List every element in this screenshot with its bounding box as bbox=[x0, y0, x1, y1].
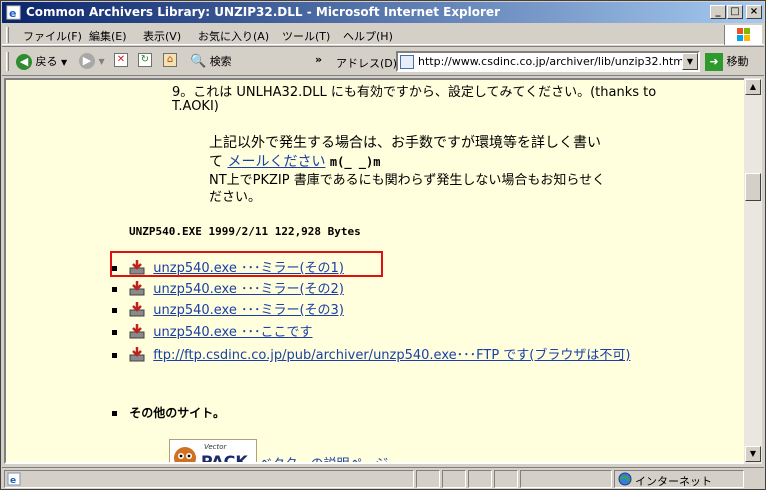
forward-button[interactable]: ▶ ▼ bbox=[79, 53, 105, 71]
ie-page-icon: e bbox=[6, 5, 21, 20]
svg-text:e: e bbox=[9, 7, 16, 20]
status-pane-2 bbox=[416, 470, 440, 488]
vertical-scrollbar[interactable]: ▲ ▼ bbox=[744, 78, 762, 464]
bullet bbox=[112, 411, 117, 416]
intro-text-line1: 9。これは UNLHA32.DLL にも有効ですから、設定してみてください。(t… bbox=[172, 85, 657, 100]
address-field[interactable]: http://www.csdinc.co.jp/archiver/lib/unz… bbox=[396, 51, 700, 72]
back-label: 戻る bbox=[35, 55, 58, 68]
vector-logo-top-text: Vector bbox=[204, 443, 228, 451]
page-content: 9。これは UNLHA32.DLL にも有効ですから、設定してみてください。(t… bbox=[6, 80, 744, 464]
back-dropdown-icon[interactable]: ▼ bbox=[61, 58, 67, 67]
download-link-mirror-3[interactable]: unzp540.exe ･･･ミラー(その3) bbox=[153, 303, 344, 318]
download-item: unzp540.exe ･･･ミラー(その1) bbox=[112, 257, 344, 276]
home-button[interactable]: ⌂ bbox=[163, 53, 177, 71]
menu-tools[interactable]: ツール(T) bbox=[282, 28, 330, 44]
download-item: unzp540.exe ･･･ミラー(その2) bbox=[112, 278, 344, 297]
title-bar[interactable]: e Common Archivers Library: UNZIP32.DLL … bbox=[2, 2, 764, 23]
download-icon bbox=[129, 281, 145, 296]
scroll-thumb[interactable] bbox=[745, 173, 761, 201]
download-icon bbox=[129, 347, 145, 362]
download-icon bbox=[129, 302, 145, 317]
menu-bar: ファイル(F) 編集(E) 表示(V) お気に入り(A) ツール(T) ヘルプ(… bbox=[2, 24, 764, 45]
download-item: ftp://ftp.csdinc.co.jp/pub/archiver/unzp… bbox=[112, 344, 630, 363]
page-icon bbox=[400, 55, 414, 69]
search-button[interactable]: 🔍 検索 bbox=[190, 53, 232, 71]
download-item: unzp540.exe ･･･ここです bbox=[112, 321, 312, 340]
notice-text-line2: て メールください m(_ _)m bbox=[209, 151, 380, 171]
status-bar: e インターネット bbox=[2, 467, 764, 489]
menubar-grip[interactable] bbox=[6, 27, 9, 43]
home-icon: ⌂ bbox=[163, 53, 177, 67]
toolbar: ◀ 戻る ▼ ▶ ▼ ✕ ↻ ⌂ 🔍 検索 » アドレス(D) http://w… bbox=[2, 46, 764, 76]
search-icon: 🔍 bbox=[190, 54, 207, 69]
status-pane-3 bbox=[442, 470, 466, 488]
bullet bbox=[112, 287, 117, 292]
windows-logo-icon bbox=[724, 25, 762, 45]
other-sites-heading: その他のサイト。 bbox=[129, 406, 225, 420]
maximize-button[interactable]: □ bbox=[727, 5, 743, 19]
status-zone-pane[interactable]: インターネット bbox=[614, 470, 744, 488]
mail-link[interactable]: メールください bbox=[227, 154, 325, 170]
menu-favorites[interactable]: お気に入り(A) bbox=[198, 28, 269, 44]
file-info: UNZP540.EXE 1999/2/11 122,928 Bytes bbox=[129, 225, 361, 238]
status-zone-text: インターネット bbox=[635, 475, 712, 488]
bullet bbox=[112, 266, 117, 271]
search-label: 検索 bbox=[209, 55, 232, 68]
svg-text:e: e bbox=[10, 476, 16, 486]
menu-view[interactable]: 表示(V) bbox=[143, 28, 181, 44]
toolbar-chevron[interactable]: » bbox=[315, 53, 322, 71]
status-pane-5 bbox=[494, 470, 518, 488]
status-page-icon: e bbox=[7, 472, 21, 486]
window-title: Common Archivers Library: UNZIP32.DLL - … bbox=[26, 5, 500, 19]
stop-button[interactable]: ✕ bbox=[114, 53, 128, 71]
bullet bbox=[112, 353, 117, 358]
page-viewport[interactable]: 9。これは UNLHA32.DLL にも有効ですから、設定してみてください。(t… bbox=[4, 78, 746, 464]
minimize-button[interactable]: _ bbox=[710, 5, 726, 19]
download-link-here[interactable]: unzp540.exe ･･･ここです bbox=[153, 325, 312, 340]
vector-logo-main-text: PACK bbox=[201, 452, 248, 464]
scroll-up-button[interactable]: ▲ bbox=[745, 79, 761, 95]
forward-dropdown-icon[interactable]: ▼ bbox=[99, 57, 105, 66]
status-pane-4 bbox=[468, 470, 492, 488]
download-icon bbox=[129, 324, 145, 339]
bullet bbox=[112, 330, 117, 335]
back-arrow-icon: ◀ bbox=[16, 54, 32, 70]
download-item: unzp540.exe ･･･ミラー(その3) bbox=[112, 299, 344, 318]
menu-edit[interactable]: 編集(E) bbox=[89, 28, 127, 44]
go-button[interactable]: ➜ 移動 bbox=[705, 53, 749, 71]
vector-pack-logo[interactable]: Vector PACK bbox=[169, 439, 257, 464]
address-url[interactable]: http://www.csdinc.co.jp/archiver/lib/unz… bbox=[418, 55, 687, 68]
globe-icon bbox=[618, 472, 632, 486]
download-link-mirror-1[interactable]: unzp540.exe ･･･ミラー(その1) bbox=[153, 261, 344, 276]
refresh-icon: ↻ bbox=[138, 53, 152, 67]
stop-icon: ✕ bbox=[114, 53, 128, 67]
notice-suffix: m(_ _)m bbox=[329, 155, 381, 169]
bullet bbox=[112, 308, 117, 313]
download-link-mirror-2[interactable]: unzp540.exe ･･･ミラー(その2) bbox=[153, 282, 344, 297]
address-label: アドレス(D) bbox=[336, 57, 398, 70]
download-icon bbox=[129, 260, 145, 275]
browser-window: e Common Archivers Library: UNZIP32.DLL … bbox=[0, 0, 766, 490]
status-pane-main: e bbox=[4, 470, 414, 488]
notice-text-line4: ださい。 bbox=[209, 190, 262, 205]
refresh-button[interactable]: ↻ bbox=[138, 53, 152, 71]
menu-file[interactable]: ファイル(F) bbox=[23, 28, 82, 44]
vector-description-link[interactable]: ベクターの説明ページ bbox=[259, 453, 388, 462]
notice-prefix: て bbox=[209, 154, 223, 170]
address-dropdown-icon[interactable]: ▼ bbox=[682, 53, 698, 70]
forward-arrow-icon: ▶ bbox=[79, 53, 95, 69]
go-arrow-icon: ➜ bbox=[705, 53, 723, 71]
toolbar-grip[interactable] bbox=[6, 52, 9, 71]
close-button[interactable]: × bbox=[746, 5, 762, 19]
status-pane-6 bbox=[520, 470, 612, 488]
notice-text-line1: 上記以外で発生する場合は、お手数ですが環境等を詳しく書い bbox=[209, 135, 601, 151]
other-sites-item: その他のサイト。 bbox=[112, 404, 225, 421]
go-label: 移動 bbox=[726, 55, 749, 68]
intro-text-line2: T.AOKI) bbox=[172, 99, 219, 114]
scroll-down-button[interactable]: ▼ bbox=[745, 446, 761, 462]
notice-text-line3: NT上でPKZIP 書庫であるにも関わらず発生しない場合もお知らせく bbox=[209, 173, 606, 188]
back-button[interactable]: ◀ 戻る ▼ bbox=[16, 53, 67, 71]
menu-help[interactable]: ヘルプ(H) bbox=[343, 28, 393, 44]
download-link-ftp[interactable]: ftp://ftp.csdinc.co.jp/pub/archiver/unzp… bbox=[153, 348, 630, 363]
